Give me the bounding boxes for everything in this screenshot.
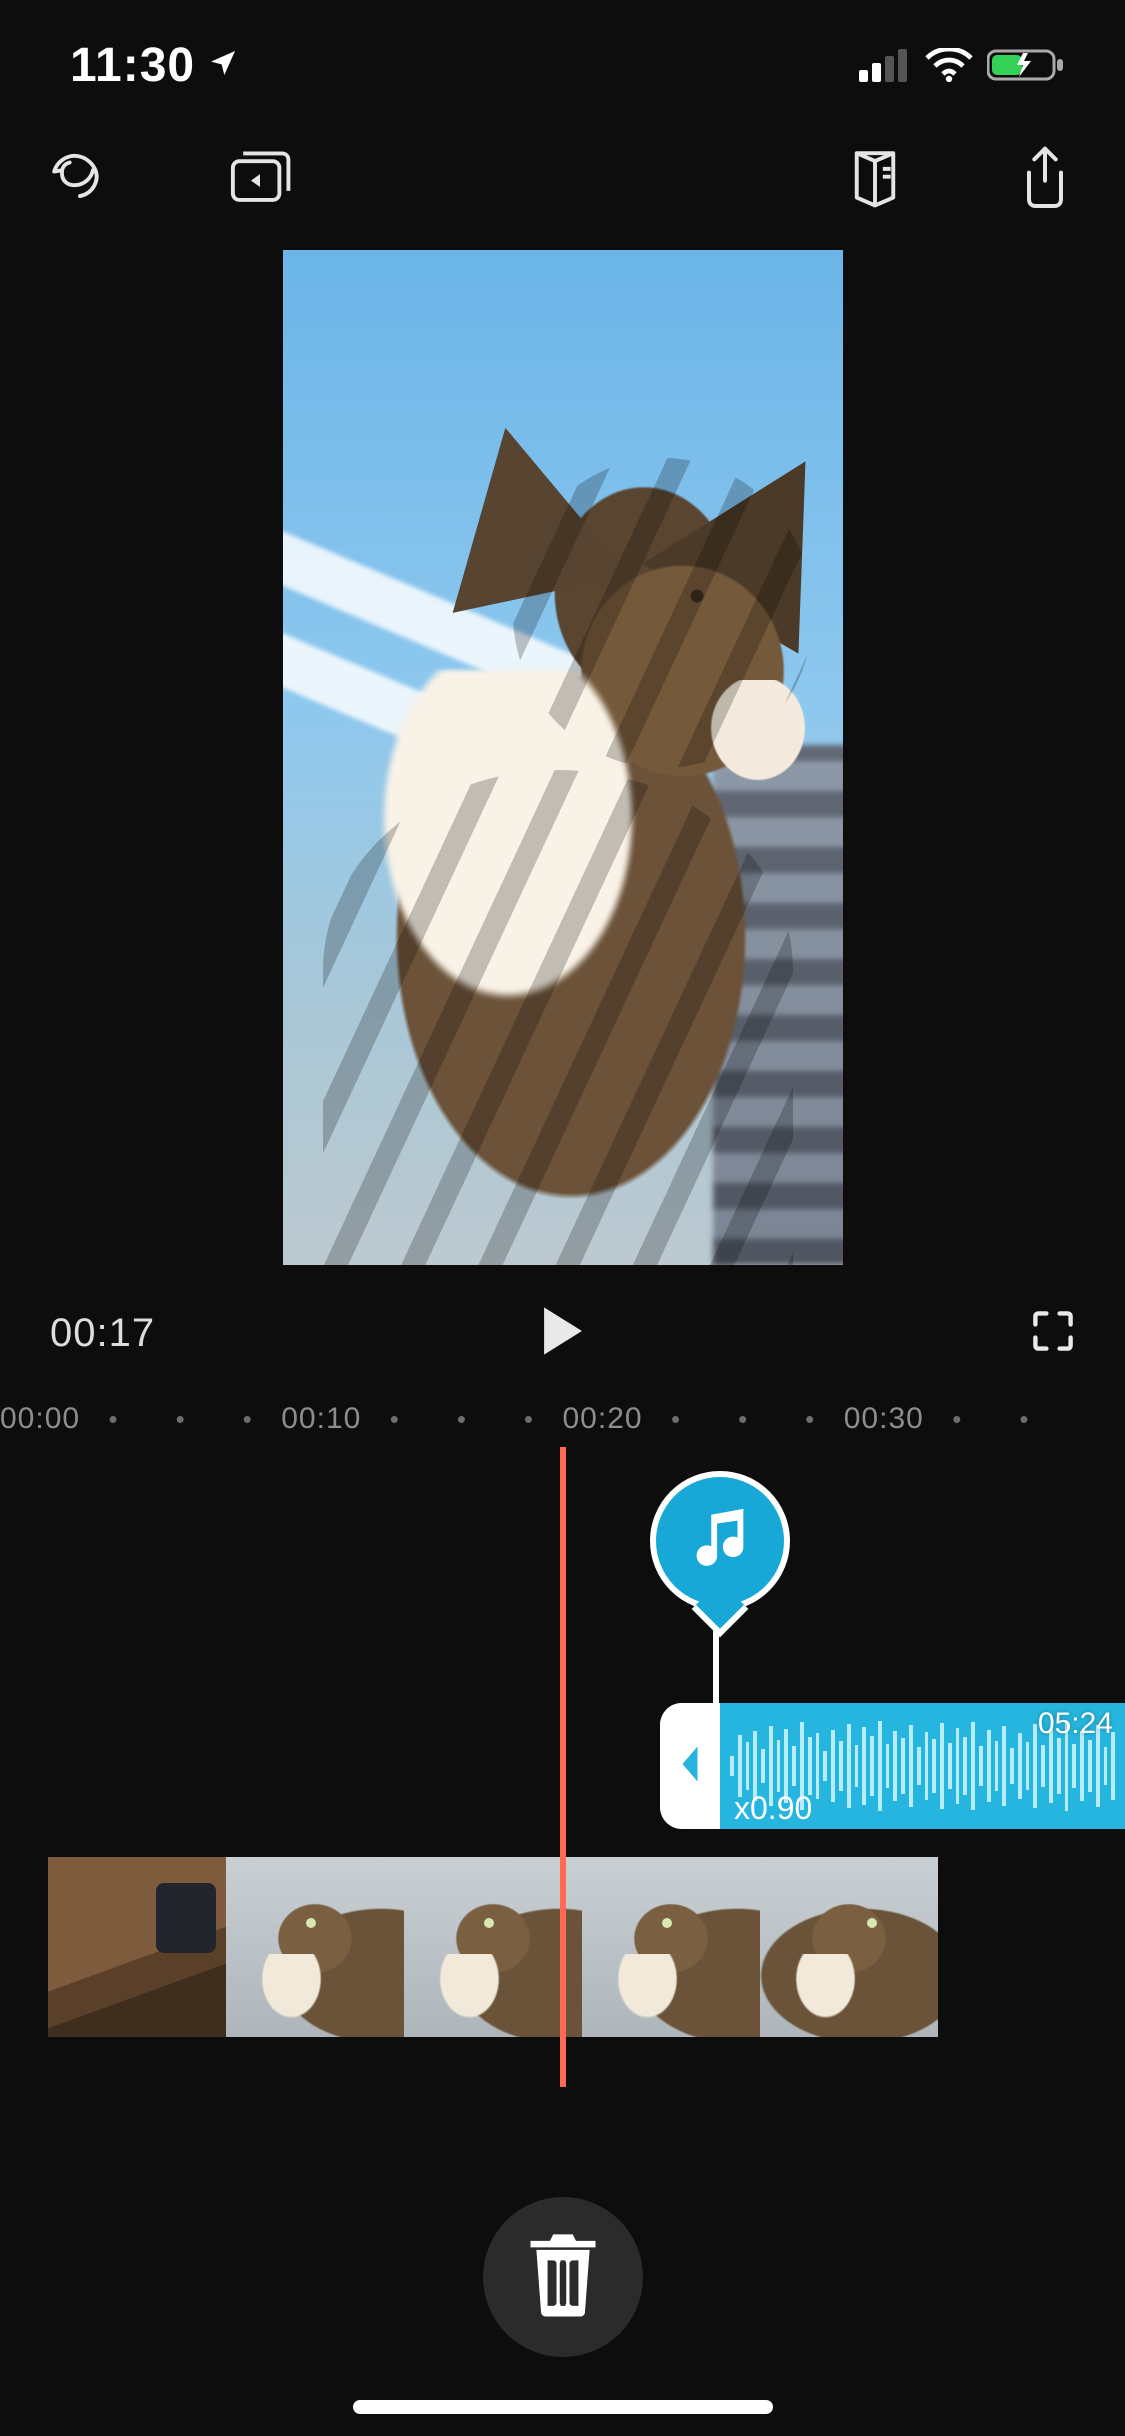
ruler-tick [643, 1402, 710, 1436]
status-right [859, 47, 1065, 83]
ruler-tick [924, 1402, 991, 1436]
status-left: 11:30 [70, 38, 239, 93]
timeline-tracks[interactable]: 05:24 x0.90 [0, 1447, 1125, 2087]
app-home-button[interactable] [50, 150, 110, 210]
timeline[interactable]: 00:00 00:10 00:20 00:30 [0, 1391, 1125, 2127]
status-bar: 11:30 [0, 0, 1125, 130]
status-time: 11:30 [70, 38, 195, 93]
audio-marker[interactable] [650, 1471, 790, 1631]
battery-charging-icon [987, 47, 1065, 83]
home-indicator[interactable] [353, 2400, 773, 2414]
app-toolbar [0, 130, 1125, 230]
audio-marker-stem [713, 1631, 719, 1711]
audio-clip[interactable]: 05:24 x0.90 [660, 1703, 1125, 1829]
audio-clip-trim-handle[interactable] [660, 1703, 720, 1829]
video-thumbnail[interactable] [226, 1857, 404, 2037]
ruler-tick [361, 1402, 428, 1436]
tutorial-button[interactable] [845, 150, 905, 210]
current-time-label: 00:17 [50, 1311, 539, 1356]
share-button[interactable] [1015, 150, 1075, 210]
fullscreen-button[interactable] [1031, 1309, 1075, 1358]
ruler-tick [147, 1402, 214, 1436]
ruler-tick [214, 1402, 281, 1436]
transport-bar: 00:17 [0, 1293, 1125, 1373]
ruler-tick [777, 1402, 844, 1436]
play-button[interactable] [539, 1305, 587, 1362]
cellular-signal-icon [859, 48, 911, 82]
location-arrow-icon [207, 47, 239, 84]
video-preview-area [0, 230, 1125, 1265]
video-thumbnail[interactable] [48, 1857, 226, 2037]
music-note-icon [650, 1471, 790, 1611]
audio-speed-label: x0.90 [734, 1790, 812, 1827]
ruler-tick [495, 1402, 562, 1436]
app-home-icon [49, 147, 111, 214]
timeline-ruler[interactable]: 00:00 00:10 00:20 00:30 [0, 1391, 1125, 1447]
play-icon [539, 1344, 587, 1361]
timeline-playhead[interactable] [560, 1447, 566, 2087]
video-thumbnail[interactable] [760, 1857, 938, 2037]
ruler-tick [428, 1402, 495, 1436]
library-icon [229, 149, 291, 212]
tutorial-icon [848, 148, 902, 213]
video-thumbnail[interactable] [404, 1857, 582, 2037]
trash-icon [524, 2231, 602, 2324]
fullscreen-icon [1031, 1340, 1075, 1357]
audio-waveform: 05:24 x0.90 [720, 1703, 1125, 1829]
video-preview[interactable] [283, 250, 843, 1265]
ruler-tick [710, 1402, 777, 1436]
delete-button[interactable] [483, 2197, 643, 2357]
share-icon [1018, 146, 1072, 215]
audio-duration-label: 05:24 [1038, 1707, 1113, 1741]
video-thumbnail[interactable] [582, 1857, 760, 2037]
ruler-tick: 00:30 [844, 1402, 924, 1436]
library-button[interactable] [230, 150, 290, 210]
ruler-tick [991, 1402, 1058, 1436]
ruler-tick: 00:20 [562, 1402, 642, 1436]
video-clip[interactable] [48, 1857, 938, 2037]
ruler-tick [80, 1402, 147, 1436]
chevron-left-icon [677, 1744, 703, 1789]
ruler-tick: 00:00 [0, 1402, 80, 1436]
wifi-icon [925, 48, 973, 82]
ruler-tick: 00:10 [281, 1402, 361, 1436]
